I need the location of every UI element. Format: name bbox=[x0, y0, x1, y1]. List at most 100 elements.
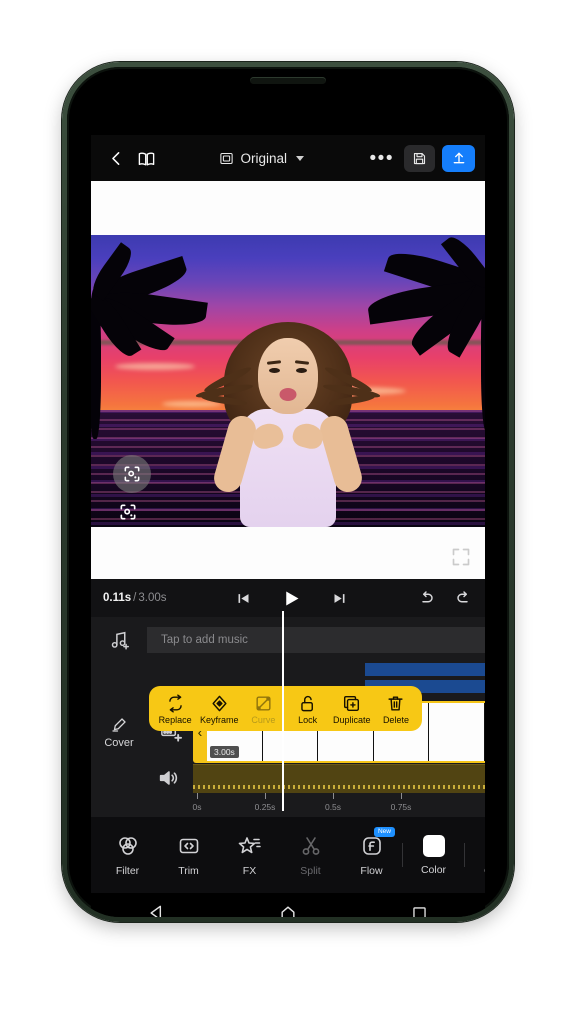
tutorial-book-button[interactable] bbox=[131, 143, 161, 173]
lens-scan-icon bbox=[124, 466, 140, 482]
ruler-tick-label: 0.5s bbox=[324, 802, 342, 812]
nav-recents-square-icon[interactable] bbox=[410, 904, 429, 918]
filter-tool-button[interactable]: Filter bbox=[97, 834, 158, 877]
crop-icon bbox=[484, 834, 486, 858]
lens-scan-button[interactable] bbox=[113, 455, 151, 493]
aspect-ratio-icon bbox=[219, 152, 233, 164]
trim-tool-button[interactable]: Trim bbox=[158, 834, 219, 877]
export-button[interactable] bbox=[442, 144, 475, 172]
curve-menu-item[interactable]: Curve bbox=[241, 694, 285, 725]
crop-tool-button[interactable]: Crop bbox=[465, 834, 485, 877]
color-tool-button[interactable]: Color bbox=[403, 834, 464, 876]
phone-bezel: Original ••• 0.11s / 3.00s Tap to add mu… bbox=[67, 67, 509, 917]
letterbox-top bbox=[91, 181, 485, 235]
curve-label: Curve bbox=[251, 715, 276, 725]
split-label: Split bbox=[300, 864, 321, 877]
playhead[interactable] bbox=[282, 611, 284, 811]
time-separator: / bbox=[133, 592, 137, 604]
overlay-track-1[interactable] bbox=[365, 663, 485, 676]
eyebrow bbox=[294, 360, 310, 365]
trash-bin-icon bbox=[388, 696, 403, 711]
filter-label: Filter bbox=[115, 864, 140, 877]
filter-circles-icon bbox=[118, 836, 137, 855]
save-button[interactable] bbox=[404, 144, 435, 172]
duplicate-label: Duplicate bbox=[333, 715, 371, 725]
lock-label: Lock bbox=[298, 715, 318, 725]
letterbox-bottom bbox=[91, 527, 485, 579]
upload-icon bbox=[453, 152, 464, 164]
playback-controls-bar: 0.11s / 3.00s bbox=[91, 579, 485, 617]
color-label: Color bbox=[420, 863, 447, 876]
total-time: 3.00s bbox=[138, 592, 167, 604]
chevron-down-icon bbox=[296, 155, 305, 161]
star-fx-icon bbox=[238, 836, 261, 853]
flow-f-icon bbox=[362, 836, 381, 855]
nav-home-icon[interactable] bbox=[278, 903, 298, 917]
add-music-note-icon bbox=[111, 631, 129, 650]
waveform-line bbox=[193, 784, 485, 789]
phone-frame: Original ••• 0.11s / 3.00s Tap to add mu… bbox=[62, 62, 514, 922]
back-button[interactable] bbox=[101, 143, 131, 173]
duplicate-menu-item[interactable]: Duplicate bbox=[330, 694, 374, 725]
keyframe-label: Keyframe bbox=[200, 715, 239, 725]
lens-scan-button-secondary[interactable] bbox=[115, 499, 141, 525]
aspect-ratio-selector[interactable]: Original bbox=[161, 151, 362, 166]
person-subject bbox=[195, 312, 381, 527]
duplicate-copy-icon bbox=[344, 695, 360, 712]
trim-label: Trim bbox=[178, 864, 199, 877]
undo-button[interactable] bbox=[417, 589, 435, 607]
ruler-tick-label: 0s bbox=[192, 802, 202, 812]
volume-button[interactable] bbox=[91, 767, 193, 789]
phone-screen: Original ••• 0.11s / 3.00s Tap to add mu… bbox=[91, 91, 485, 893]
replace-label: Replace bbox=[158, 715, 192, 725]
split-tool-button[interactable]: Split bbox=[280, 834, 341, 877]
lock-menu-item[interactable]: Lock bbox=[286, 694, 330, 725]
more-options-button[interactable]: ••• bbox=[362, 149, 402, 168]
lens-scan-icon bbox=[120, 504, 136, 520]
audio-waveform-row[interactable] bbox=[91, 763, 485, 793]
book-icon bbox=[138, 152, 154, 166]
video-preview-area[interactable] bbox=[91, 181, 485, 579]
flow-tool-button[interactable]: New Flow bbox=[341, 826, 402, 877]
eye bbox=[296, 368, 307, 373]
open-lock-icon bbox=[301, 695, 314, 712]
clip-thumbnail bbox=[429, 703, 485, 761]
floppy-disk-icon bbox=[413, 152, 426, 164]
add-music-bar[interactable]: Tap to add music bbox=[147, 627, 485, 653]
chevron-left-icon bbox=[111, 151, 119, 165]
cover-label: Cover bbox=[104, 736, 134, 749]
lips bbox=[279, 388, 297, 401]
fullscreen-expand-icon[interactable] bbox=[451, 547, 471, 567]
redo-button[interactable] bbox=[455, 589, 473, 607]
video-frame bbox=[91, 235, 485, 527]
skip-previous-button[interactable] bbox=[236, 591, 251, 606]
earpiece-speaker bbox=[250, 77, 326, 84]
clip-context-menu: Replace Keyframe Curve Lock Duplicate De… bbox=[149, 686, 422, 732]
ruler-tick-label: 0.25s bbox=[254, 802, 276, 812]
add-music-button[interactable] bbox=[91, 630, 147, 651]
aspect-ratio-label: Original bbox=[240, 150, 288, 166]
screenshot-canvas: Original ••• 0.11s / 3.00s Tap to add mu… bbox=[0, 0, 576, 1024]
replace-menu-item[interactable]: Replace bbox=[153, 694, 197, 725]
eye bbox=[269, 368, 280, 373]
trim-brackets-icon bbox=[179, 838, 198, 853]
fx-tool-button[interactable]: FX bbox=[219, 834, 280, 877]
current-time: 0.11s bbox=[103, 592, 132, 604]
delete-menu-item[interactable]: Delete bbox=[374, 694, 418, 725]
crop-label: Crop bbox=[484, 865, 485, 877]
keyframe-menu-item[interactable]: Keyframe bbox=[197, 694, 241, 725]
keyframe-diamond-icon bbox=[212, 695, 227, 712]
face bbox=[258, 338, 318, 414]
audio-waveform[interactable] bbox=[193, 763, 485, 793]
music-track-row[interactable]: Tap to add music bbox=[91, 623, 485, 657]
fx-label: FX bbox=[242, 864, 257, 877]
skip-next-button[interactable] bbox=[332, 591, 347, 606]
play-button[interactable] bbox=[281, 588, 302, 609]
cover-button[interactable]: Cover bbox=[91, 701, 147, 763]
time-ruler: 0s 0.25s 0.5s 0.75s bbox=[193, 793, 485, 817]
flow-label: Flow bbox=[360, 864, 383, 877]
eyebrow bbox=[266, 360, 282, 365]
color-swatch-icon bbox=[422, 834, 445, 857]
speaker-volume-icon bbox=[159, 771, 178, 785]
nav-back-triangle-icon[interactable] bbox=[147, 903, 167, 917]
